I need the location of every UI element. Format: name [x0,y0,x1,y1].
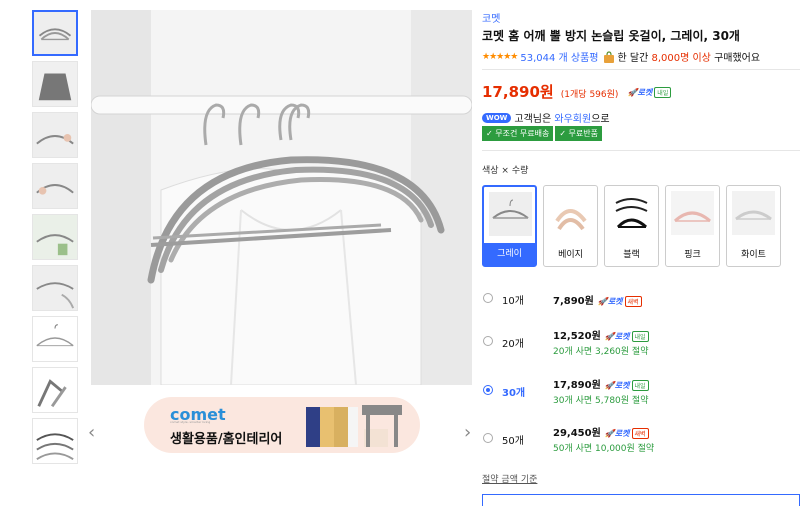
star-rating: ★★★★★ [482,51,518,62]
swatch-gray-image [489,192,532,236]
swatch-beige[interactable]: 베이지 [543,185,598,267]
qty-label: 50개 [502,436,524,447]
thumbnail-list [32,10,80,469]
free-return-badge: ✓ 무료반품 [555,126,602,141]
sale-price: 17,890원 [482,83,554,101]
price-row: 17,890원 (1개당 596원) 🚀 로켓 내일 [482,81,672,102]
benefit-badges: ✓ 무조건 무료배송 ✓ 무료반품 [482,126,602,141]
qty-option-30[interactable]: 30개 17,890원 🚀 로켓 내일 30개 사면 5,780원 절약 [482,370,800,410]
gallery-prev-arrow[interactable]: ‹ [88,424,95,442]
qty-radio[interactable] [483,336,493,346]
swatch-pink-image [671,191,714,235]
main-product-image [91,10,472,385]
thumb-hanger-closeup[interactable] [32,367,78,413]
swatch-gray[interactable]: 그레이 [482,185,537,267]
gallery-next-arrow[interactable]: › [464,424,471,442]
thumb-hanger-rail[interactable] [32,265,78,311]
qty-price: 12,520원 🚀 로켓 내일 [553,327,649,342]
qty-savings: 50개 사면 10,000원 절약 [553,444,655,454]
qty-option-10[interactable]: 10개 7,890원 🚀 로켓 새벽 [482,284,800,324]
savings-basis-link[interactable]: 절약 금액 기준 [482,472,537,485]
wow-badge: WOW [482,112,512,123]
banner-sub-text: comet style, smarter living [170,420,211,424]
divider [482,150,800,151]
qty-label: 30개 [502,388,526,399]
qty-price: 7,890원 🚀 로켓 새벽 [553,292,642,307]
banner-category-text: 생활용품/홈인테리어 [170,432,283,447]
rating-row: ★★★★★ 53,044 개 상품평 한 달간 8,000명 이상 구매했어요 [482,49,760,64]
unit-price: (1개당 596원) [560,90,619,100]
swatch-beige-image [549,191,592,235]
wow-member-link[interactable]: 와우회원 [554,110,591,125]
qty-option-20[interactable]: 20개 12,520원 🚀 로켓 내일 20개 사면 3,260원 절약 [482,321,800,361]
banner-product-image [306,405,402,447]
qty-savings: 20개 사면 3,260원 절약 [553,347,649,357]
rocket-badge: 🚀 로켓 새벽 [605,427,649,439]
swatch-black[interactable]: 블랙 [604,185,659,267]
review-count-link[interactable]: 53,044 개 상품평 [520,49,598,64]
shopping-bag-icon [603,50,614,63]
qty-label: 10개 [502,296,524,307]
qty-savings: 30개 사면 5,780원 절약 [553,396,649,406]
option-label: 색상 × 수량 [482,166,529,176]
thumb-hanger-green[interactable] [32,214,78,260]
brand-link[interactable]: 코멧 [482,10,500,25]
rocket-badge: 🚀 로켓 내일 [605,330,649,342]
thumb-hanger-outline[interactable] [32,316,78,362]
swatch-white-image [732,191,775,235]
swatch-white[interactable]: 화이트 [726,185,781,267]
thumb-hanger-stack[interactable] [32,418,78,464]
qty-price: 17,890원 🚀 로켓 내일 [553,376,649,391]
free-shipping-badge: ✓ 무조건 무료배송 [482,126,554,141]
divider [482,69,800,70]
qty-radio[interactable] [483,293,493,303]
promo-banner[interactable]: comet comet style, smarter living 생활용품/홈… [144,397,420,453]
option-select-box[interactable] [482,494,800,506]
rocket-badge: 🚀 로켓 새벽 [598,295,642,307]
product-title: 코멧 홈 어깨 뿔 방지 논슬립 옷걸이, 그레이, 30개 [482,29,740,43]
purchase-count: 한 달간 8,000명 이상 구매했어요 [617,53,761,64]
rocket-delivery-badge: 🚀 로켓 내일 [628,87,672,98]
qty-price: 29,450원 🚀 로켓 새벽 [553,424,649,439]
thumb-gray-hangers[interactable] [32,10,78,56]
thumb-hanger-hand[interactable] [32,112,78,158]
qty-option-50[interactable]: 50개 29,450원 🚀 로켓 새벽 50개 사면 10,000원 절약 [482,418,800,458]
color-swatch-list: 그레이 베이지 블랙 핑크 화이트 [482,185,781,267]
qty-radio-selected[interactable] [483,385,493,395]
swatch-black-image [610,191,653,235]
swatch-pink[interactable]: 핑크 [665,185,720,267]
thumb-sweater[interactable] [32,61,78,107]
qty-label: 20개 [502,339,524,350]
wow-member-row: WOW 고객님은 와우회원 으로 [482,110,610,125]
qty-radio[interactable] [483,433,493,443]
thumb-hanger-detail[interactable] [32,163,78,209]
rocket-badge: 🚀 로켓 내일 [605,379,649,391]
